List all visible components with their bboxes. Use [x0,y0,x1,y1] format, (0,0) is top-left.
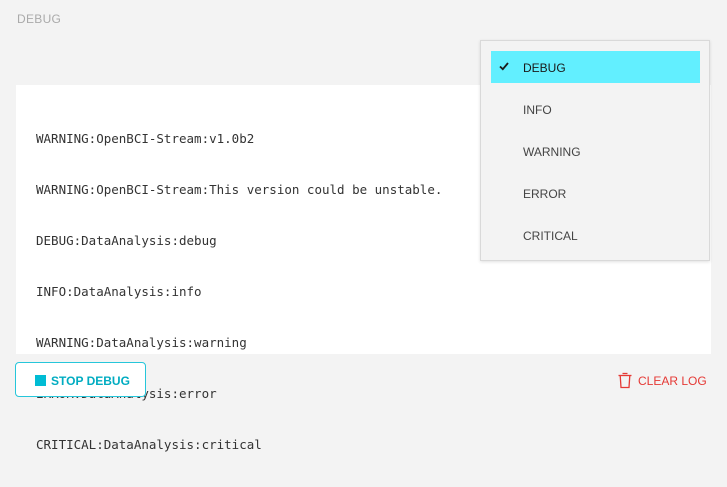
clear-log-button[interactable]: CLEAR LOG [610,368,712,392]
menu-item-label: ERROR [523,187,567,201]
check-icon [499,62,509,71]
log-line: DEBUG:DataAnalysis:debug [36,233,217,248]
menu-item-label: DEBUG [523,61,566,75]
log-lines: WARNING:OpenBCI-Stream:v1.0b2 WARNING:Op… [36,96,442,487]
menu-item-error[interactable]: ERROR [491,177,700,209]
log-line: CRITICAL:DataAnalysis:critical [36,437,262,452]
menu-item-info[interactable]: INFO [491,93,700,125]
trash-icon [618,372,632,389]
log-line: WARNING:DataAnalysis:warning [36,335,247,350]
menu-item-warning[interactable]: WARNING [491,135,700,167]
stop-debug-label: STOP DEBUG [51,374,130,388]
menu-item-critical[interactable]: CRITICAL [491,219,700,251]
menu-item-label: WARNING [523,145,581,159]
log-line: WARNING:OpenBCI-Stream:This version coul… [36,182,443,197]
log-level-menu: DEBUG INFO WARNING ERROR CRITICAL [480,40,710,261]
clear-log-label: CLEAR LOG [638,374,707,388]
stop-debug-button[interactable]: STOP DEBUG [15,362,146,397]
log-line: WARNING:OpenBCI-Stream:v1.0b2 [36,131,255,146]
menu-item-label: INFO [523,103,552,117]
menu-item-debug[interactable]: DEBUG [491,51,700,83]
square-stop-icon [35,375,46,386]
menu-item-label: CRITICAL [523,229,578,243]
panel-title: DEBUG [17,12,62,26]
log-line: INFO:DataAnalysis:info [36,284,202,299]
